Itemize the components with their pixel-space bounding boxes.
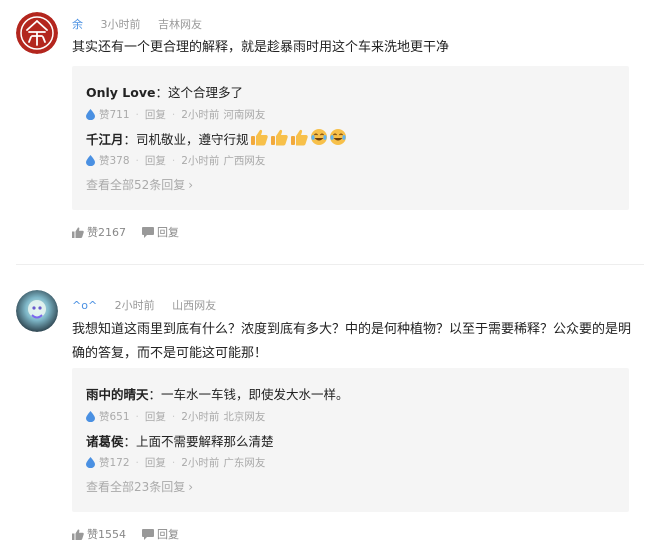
thumbs-up-icon xyxy=(72,528,84,540)
comment-time: 3小时前 xyxy=(100,18,141,31)
view-all-replies-link[interactable]: 查看全部52条回复 › xyxy=(86,176,193,193)
reply-time: 2小时前 xyxy=(181,109,220,121)
reply-username[interactable]: 雨中的晴天 xyxy=(86,387,149,402)
comment-meta: 余 3小时前 吉林网友 xyxy=(72,16,202,32)
username[interactable]: ^o^ xyxy=(72,299,97,312)
like-drop-icon[interactable] xyxy=(86,109,95,120)
separator: · xyxy=(171,410,176,423)
reply-username[interactable]: 千江月 xyxy=(86,129,124,148)
view-all-replies-link[interactable]: 查看全部23条回复 › xyxy=(86,478,193,495)
separator: · xyxy=(135,456,139,469)
reply-likes[interactable]: 赞378 xyxy=(99,153,130,168)
avatar[interactable] xyxy=(16,290,58,332)
comment-location: 吉林网友 xyxy=(158,18,202,31)
chevron-right-icon: › xyxy=(188,480,194,494)
view-all-label: 查看全部23条回复 xyxy=(86,480,186,494)
reply-label: 回复 xyxy=(157,226,179,239)
comment-1: 余 3小时前 吉林网友 其实还有一个更合理的解释，就是趁暴雨时用这个车来洗地更干… xyxy=(0,0,660,260)
like-drop-icon[interactable] xyxy=(86,457,95,468)
comment-location: 山西网友 xyxy=(172,299,217,312)
like-button[interactable]: 赞2167 xyxy=(72,224,126,240)
reply-location: 河南网友 xyxy=(223,109,266,121)
reply-item: Only Love：这个合理多了 xyxy=(86,82,243,101)
reply-meta: 赞711 · 回复 · 2小时前 河南网友 xyxy=(86,107,265,122)
reply-content: ：这个合理多了 xyxy=(155,85,244,100)
reply-meta: 赞378 · 回复 · 2小时前 广西网友 xyxy=(86,153,265,168)
reply-box: Only Love：这个合理多了 赞711 · 回复 · 2小时前 河南网友 千… xyxy=(72,66,629,210)
like-count: 赞1554 xyxy=(87,528,126,541)
reply-button[interactable]: 回复 xyxy=(145,455,166,470)
reply-content: ：一车水一车钱，即使发大水一样。 xyxy=(148,387,349,402)
reply-username[interactable]: Only Love xyxy=(86,85,156,100)
reply-likes[interactable]: 赞651 xyxy=(99,409,130,424)
reply-item: 千江月 ：司机敬业，遵守行规 xyxy=(86,128,347,149)
separator: · xyxy=(171,456,176,469)
like-drop-icon[interactable] xyxy=(86,155,95,166)
reply-time: 2小时前 xyxy=(181,155,220,167)
thumbs-up-emoji-icon xyxy=(250,129,269,149)
comment-bubble-icon xyxy=(142,226,154,238)
divider xyxy=(16,264,644,265)
reply-item: 雨中的晴天：一车水一车钱，即使发大水一样。 xyxy=(86,384,349,403)
reply-button[interactable]: 回复 xyxy=(142,224,179,240)
comment-bubble-icon xyxy=(142,528,154,540)
separator: · xyxy=(171,108,176,121)
comment-actions: 赞1554 回复 xyxy=(72,526,195,542)
comment-text: 其实还有一个更合理的解释，就是趁暴雨时用这个车来洗地更干净 xyxy=(72,40,450,55)
reply-content: ：上面不需要解释那么清楚 xyxy=(123,434,274,449)
thumbs-up-emoji-icon xyxy=(270,129,289,149)
seal-logo-icon xyxy=(16,12,58,54)
view-all-label: 查看全部52条回复 xyxy=(86,178,186,192)
chevron-right-icon: › xyxy=(188,178,194,192)
thumbs-up-emoji-icon xyxy=(290,129,309,149)
reply-username[interactable]: 诸葛侯 xyxy=(86,434,124,449)
username[interactable]: 余 xyxy=(72,18,83,31)
reply-item: 诸葛侯：上面不需要解释那么清楚 xyxy=(86,431,274,450)
reply-button[interactable]: 回复 xyxy=(142,526,179,542)
reply-location: 广东网友 xyxy=(223,457,266,469)
comment-text: 我想知道这雨里到底有什么？浓度到底有多大？中的是何种植物？以至于需要稀释？公众要… xyxy=(72,322,632,361)
separator: · xyxy=(135,410,139,423)
comment-actions: 赞2167 回复 xyxy=(72,224,195,240)
thumbs-up-icon xyxy=(72,226,84,238)
reply-content: ：司机敬业，遵守行规 xyxy=(123,132,249,147)
reply-time: 2小时前 xyxy=(181,411,220,423)
reply-meta: 赞651 · 回复 · 2小时前 北京网友 xyxy=(86,409,265,424)
comment-meta: ^o^ 2小时前 山西网友 xyxy=(72,297,216,313)
reply-meta: 赞172 · 回复 · 2小时前 广东网友 xyxy=(86,455,265,470)
tears-of-joy-emoji-icon xyxy=(329,128,347,149)
comment-time: 2小时前 xyxy=(114,299,155,312)
reply-likes[interactable]: 赞711 xyxy=(99,107,130,122)
tears-of-joy-emoji-icon xyxy=(310,128,328,149)
reply-label: 回复 xyxy=(157,528,179,541)
like-button[interactable]: 赞1554 xyxy=(72,526,126,542)
reply-button[interactable]: 回复 xyxy=(145,153,166,168)
separator: · xyxy=(135,108,139,121)
separator: · xyxy=(171,154,176,167)
reply-time: 2小时前 xyxy=(181,457,220,469)
separator: · xyxy=(135,154,139,167)
reply-location: 广西网友 xyxy=(223,155,266,167)
reply-likes[interactable]: 赞172 xyxy=(99,455,130,470)
reply-box: 雨中的晴天：一车水一车钱，即使发大水一样。 赞651 · 回复 · 2小时前 北… xyxy=(72,368,629,512)
like-count: 赞2167 xyxy=(87,226,126,239)
avatar[interactable] xyxy=(16,12,58,54)
comment-2: ^o^ 2小时前 山西网友 我想知道这雨里到底有什么？浓度到底有多大？中的是何种… xyxy=(0,280,660,560)
reply-location: 北京网友 xyxy=(223,411,266,423)
avatar-image-icon xyxy=(16,290,58,332)
reply-button[interactable]: 回复 xyxy=(145,107,166,122)
reply-button[interactable]: 回复 xyxy=(145,409,166,424)
like-drop-icon[interactable] xyxy=(86,411,95,422)
